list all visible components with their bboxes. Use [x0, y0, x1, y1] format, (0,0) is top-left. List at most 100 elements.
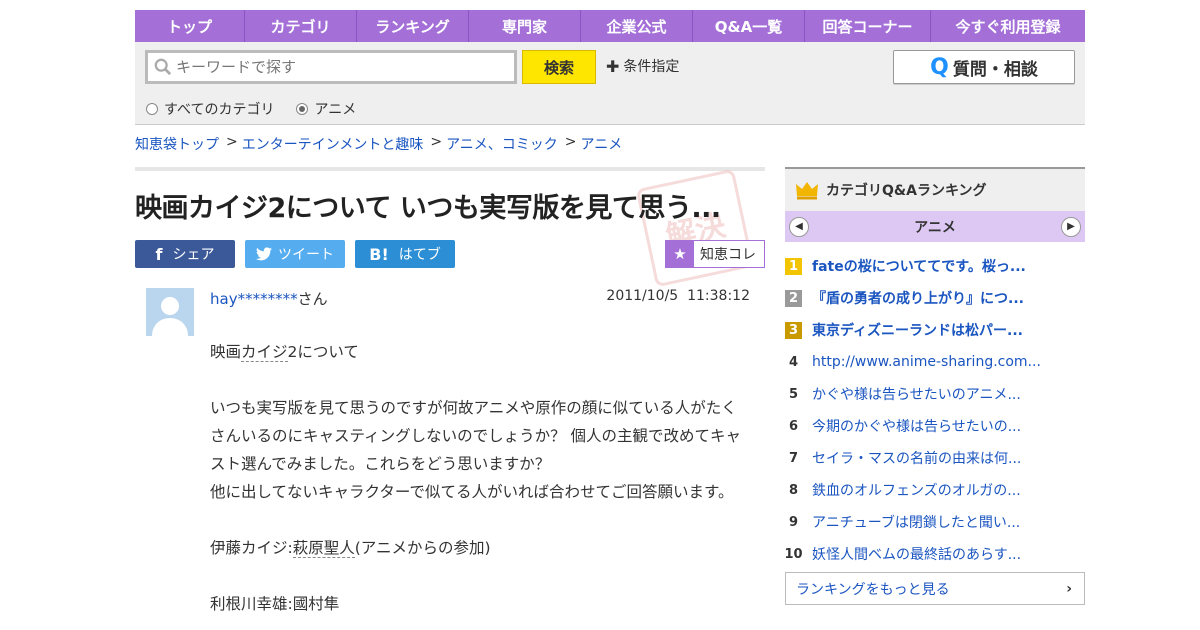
nav-answer-corner[interactable]: 回答コーナー	[805, 10, 931, 42]
ranking-link[interactable]: セイラ・マスの名前の由来は何...	[812, 448, 1021, 468]
question-body: 映画カイジ2について いつも実写版を見て思うのですが何故アニメや原作の顔に似てい…	[210, 338, 750, 618]
ranking-header: カテゴリQ&Aランキング	[785, 167, 1085, 211]
scope-current-radio[interactable]: アニメ	[296, 99, 356, 119]
facebook-share-button[interactable]: f シェア	[135, 240, 235, 268]
plus-icon: ✚	[606, 56, 620, 76]
nav-top[interactable]: トップ	[135, 10, 245, 42]
keyword-link[interactable]: カイジ	[241, 343, 288, 362]
rank-number: 10	[784, 546, 803, 562]
body-text: 伊藤カイジ:	[210, 539, 293, 557]
post-datetime: 2011/10/5 11:38:12	[560, 288, 750, 304]
global-nav: トップ カテゴリ ランキング 専門家 企業公式 Q&A一覧 回答コーナー 今すぐ…	[135, 10, 1085, 42]
rank-number: 6	[788, 418, 799, 434]
ranking-item: 2 『盾の勇者の成り上がり』につ...	[785, 282, 1085, 314]
page-title: 映画カイジ2について いつも実写版を見て思う...	[135, 193, 721, 224]
nav-experts[interactable]: 専門家	[469, 10, 581, 42]
keyword-link[interactable]: 萩原聖人	[292, 539, 355, 558]
ranking-link[interactable]: アニチューブは閉鎖したと聞い...	[812, 512, 1020, 532]
question-icon: Q	[930, 54, 949, 80]
hatena-icon: B!	[369, 244, 389, 264]
search-box[interactable]	[145, 50, 517, 84]
body-paragraph-2: いつも実写版を見て思うのですが何故アニメや原作の顔に似ている人がたくさんいるのに…	[210, 399, 741, 473]
rank-number: 9	[788, 514, 799, 530]
ranking-title: カテゴリQ&Aランキング	[826, 183, 987, 199]
ranking-sidebar: カテゴリQ&Aランキング ◀ アニメ ▶ 1 fateの桜についててです。桜っ..…	[784, 167, 1085, 605]
crown-icon	[796, 182, 818, 200]
ranking-more-link[interactable]: ランキングをもっと見る ›	[785, 572, 1085, 605]
user-silhouette-icon	[152, 297, 188, 336]
nav-ranking[interactable]: ランキング	[357, 10, 469, 42]
ranking-link[interactable]: 『盾の勇者の成り上がり』につ...	[812, 288, 1024, 308]
nav-official[interactable]: 企業公式	[581, 10, 693, 42]
rank-number: 1	[785, 257, 802, 275]
ranking-category: アニメ	[914, 219, 956, 236]
radio-unchecked[interactable]	[146, 103, 158, 115]
search-button[interactable]: 検索	[522, 50, 596, 84]
ranking-item: 5 かぐや様は告らせたいのアニメ...	[785, 378, 1085, 410]
ask-question-button[interactable]: Q 質問・相談	[893, 50, 1075, 84]
breadcrumb-top[interactable]: 知恵袋トップ	[135, 134, 219, 154]
conditions-label: 条件指定	[623, 59, 680, 75]
ranking-link[interactable]: 鉄血のオルフェンズのオルガの...	[812, 480, 1021, 500]
breadcrumb-anime[interactable]: アニメ	[581, 134, 623, 154]
rank-number: 8	[788, 482, 799, 498]
twitter-share-button[interactable]: ツイート	[245, 240, 345, 268]
breadcrumb-entertainment[interactable]: エンターテインメントと趣味	[242, 134, 424, 154]
questioner: hay********さん	[210, 288, 328, 309]
ranking-link[interactable]: http://www.anime-sharing.com...	[812, 354, 1041, 370]
hatena-share-button[interactable]: B! はてブ	[355, 240, 455, 268]
ranking-item: 10 妖怪人間ベムの最終話のあらす...	[784, 538, 1085, 570]
search-scope: すべてのカテゴリ アニメ	[146, 99, 378, 119]
collect-label: 知恵コレ	[700, 247, 756, 263]
questioner-suffix: さん	[297, 290, 328, 308]
star-icon: ★	[666, 241, 694, 267]
breadcrumb: 知恵袋トップ > エンターテインメントと趣味 > アニメ、コミック > アニメ	[135, 134, 622, 154]
breadcrumb-anime-comic[interactable]: アニメ、コミック	[446, 134, 558, 154]
body-text: 映画	[210, 343, 242, 361]
radio-checked[interactable]	[296, 103, 309, 115]
rank-number: 7	[788, 450, 799, 466]
facebook-icon: f	[155, 244, 163, 264]
breadcrumb-separator: >	[564, 134, 577, 150]
post-time: 11:38:12	[687, 288, 750, 304]
nav-qa-list[interactable]: Q&A一覧	[693, 10, 805, 42]
twitter-share-label: ツイート	[278, 247, 334, 263]
nav-category[interactable]: カテゴリ	[245, 10, 357, 42]
body-text: 2について	[287, 343, 359, 361]
body-paragraph-3: 他に出してないキャラクターで似てる人がいれば合わせてご回答願います。	[210, 483, 734, 501]
breadcrumb-separator: >	[430, 134, 443, 150]
search-panel: 検索 ✚ 条件指定 Q 質問・相談 すべてのカテゴリ アニメ	[135, 42, 1085, 125]
ranking-link[interactable]: 今期のかぐや様は告らせたいの...	[812, 416, 1021, 436]
post-date: 2011/10/5	[606, 288, 679, 304]
facebook-share-label: シェア	[172, 247, 215, 263]
ranking-link[interactable]: かぐや様は告らせたいのアニメ...	[812, 384, 1021, 404]
ranking-item: 4 http://www.anime-sharing.com...	[785, 346, 1085, 378]
scope-all-label: すべてのカテゴリ	[164, 102, 275, 118]
rank-number: 4	[788, 354, 799, 370]
ranking-link[interactable]: 妖怪人間ベムの最終話のあらす...	[812, 544, 1021, 564]
body-line-1: 映画カイジ2について	[210, 338, 750, 366]
ranking-link[interactable]: 東京ディズニーランドは松パー...	[812, 320, 1023, 340]
collect-button[interactable]: ★ 知恵コレ	[665, 240, 765, 268]
breadcrumb-separator: >	[226, 134, 238, 150]
rank-number: 3	[785, 321, 802, 339]
search-input[interactable]	[176, 58, 496, 76]
nav-register[interactable]: 今すぐ利用登録	[931, 10, 1085, 42]
ranking-item: 6 今期のかぐや様は告らせたいの...	[785, 410, 1085, 442]
search-icon	[154, 58, 172, 76]
body-line-5: 利根川幸雄:國村隼	[210, 595, 340, 613]
rank-number: 5	[788, 386, 799, 402]
ranking-link[interactable]: fateの桜についててです。桜っ...	[812, 256, 1026, 276]
hatena-share-label: はてブ	[398, 247, 441, 263]
avatar	[146, 288, 194, 336]
chevron-right-icon[interactable]: ▶	[1060, 216, 1081, 237]
body-text: (アニメからの参加)	[354, 539, 491, 557]
questioner-name-link[interactable]: hay********	[210, 290, 298, 308]
divider	[135, 167, 765, 171]
rank-number: 2	[785, 289, 802, 307]
scope-all-radio[interactable]: すべてのカテゴリ	[146, 99, 274, 119]
conditions-toggle[interactable]: ✚ 条件指定	[606, 56, 679, 76]
ranking-item: 9 アニチューブは閉鎖したと聞い...	[785, 506, 1085, 538]
chevron-left-icon[interactable]: ◀	[789, 216, 809, 237]
scope-current-label: アニメ	[314, 102, 357, 118]
